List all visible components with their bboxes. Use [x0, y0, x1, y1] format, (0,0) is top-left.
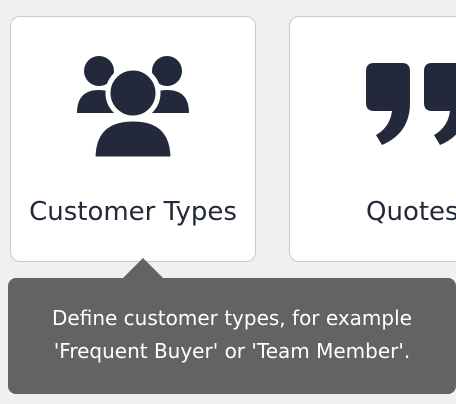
- users-icon: [77, 55, 189, 167]
- tooltip: Define customer types, for example 'Freq…: [8, 258, 456, 394]
- tooltip-line: 'Frequent Buyer' or 'Team Member'.: [53, 339, 411, 363]
- settings-panel: Customer Types Quotes Define customer ty…: [0, 0, 456, 404]
- quotes-tile[interactable]: Quotes: [289, 16, 456, 262]
- tooltip-arrow: [123, 258, 163, 278]
- tooltip-text: Define customer types, for example 'Freq…: [8, 302, 456, 368]
- quote-icon: [362, 63, 456, 157]
- tile-label: Quotes: [366, 197, 456, 227]
- tooltip-line: Define customer types, for example: [52, 306, 412, 330]
- tile-label: Customer Types: [29, 197, 237, 227]
- customer-types-tile[interactable]: Customer Types: [10, 16, 256, 262]
